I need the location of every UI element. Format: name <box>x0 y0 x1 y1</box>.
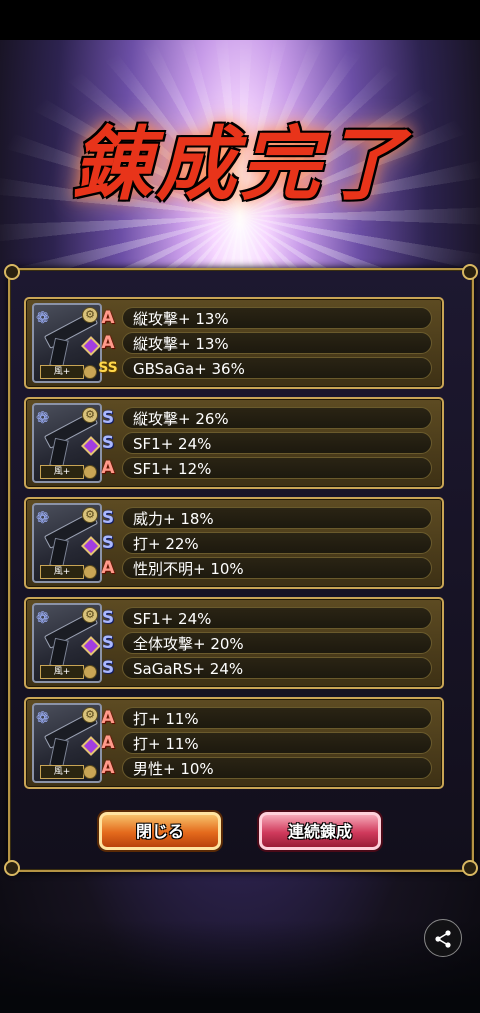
gun-icon: ❁ ⚙ 風+ <box>32 703 102 783</box>
gun-icon: ❁ ⚙ 風+ <box>32 403 102 483</box>
rank-s-icon: S <box>101 608 115 628</box>
rank-orb-icon <box>83 565 97 579</box>
rank-a-icon: A <box>101 458 115 478</box>
skill-text: 男性+ 10% <box>133 760 214 778</box>
skill-row: A 縦攻撃+ 13% <box>101 307 432 329</box>
skill-text: 全体攻撃+ 20% <box>133 635 244 653</box>
rank-orb-icon <box>83 765 97 779</box>
gun-icon: ❁ ⚙ 風+ <box>32 303 102 383</box>
skill-row: A 男性+ 10% <box>101 757 432 779</box>
skill-text: 打+ 11% <box>133 710 199 728</box>
skill-row: S SaGaRS+ 24% <box>102 657 432 679</box>
skill-row: A 縦攻撃+ 13% <box>101 332 432 354</box>
repeat-refine-button[interactable]: 連続錬成 <box>259 812 381 850</box>
skill-row: A 打+ 11% <box>101 707 432 729</box>
wind-swirl-icon: ❁ <box>36 708 50 727</box>
weapon-result-card: ❁ ⚙ 風+ S 威力+ 18% S 打+ 22% A 性別不明+ 10% <box>24 497 444 589</box>
rank-s-icon: S <box>101 633 115 653</box>
rank-a-icon: A <box>101 758 115 778</box>
rank-s-icon: S <box>101 508 115 528</box>
skill-row: S 縦攻撃+ 26% <box>102 407 432 429</box>
rank-s-icon: S <box>101 533 115 553</box>
element-label: 風+ <box>40 365 84 379</box>
skill-text: 打+ 11% <box>133 735 199 753</box>
gear-icon: ⚙ <box>82 407 98 423</box>
skill-text: 縦攻撃+ 13% <box>133 335 229 353</box>
weapon-result-card: ❁ ⚙ 風+ S SF1+ 24% S 全体攻撃+ 20% S SaGaRS+ 24% <box>24 597 444 689</box>
element-label: 風+ <box>40 565 84 579</box>
skill-text: 威力+ 18% <box>133 510 214 528</box>
rank-a-icon: A <box>101 708 115 728</box>
rank-ss-icon: SS <box>98 360 118 376</box>
wind-swirl-icon: ❁ <box>36 508 50 527</box>
page-title: 錬成完了 <box>72 117 408 211</box>
rank-s-icon: S <box>101 658 115 678</box>
wind-swirl-icon: ❁ <box>36 308 50 327</box>
panel-corner-ornament <box>462 860 478 876</box>
skill-text: SF1+ 12% <box>133 460 212 478</box>
skill-row: S SF1+ 24% <box>102 432 432 454</box>
close-button[interactable]: 閉じる <box>99 812 221 850</box>
panel-corner-ornament <box>462 264 478 280</box>
panel-corner-ornament <box>4 264 20 280</box>
rank-a-icon: A <box>101 333 115 353</box>
skill-text: SaGaRS+ 24% <box>133 660 244 678</box>
weapon-result-card: ❁ ⚙ 風+ A 縦攻撃+ 13% A 縦攻撃+ 13% SS GBSaGa+ 36% <box>24 297 444 389</box>
skill-text: GBSaGa+ 36% <box>133 360 245 378</box>
skill-row: S SF1+ 24% <box>102 607 432 629</box>
skill-text: SF1+ 24% <box>133 610 212 628</box>
skill-text: 性別不明+ 10% <box>133 560 244 578</box>
gear-icon: ⚙ <box>82 607 98 623</box>
bottom-shadow <box>0 920 480 1013</box>
rank-a-icon: A <box>101 558 115 578</box>
skill-row: A SF1+ 12% <box>101 457 432 479</box>
share-icon[interactable] <box>424 919 462 957</box>
skill-text: SF1+ 24% <box>133 435 212 453</box>
skill-row: A 打+ 11% <box>101 732 432 754</box>
skill-text: 縦攻撃+ 26% <box>133 410 229 428</box>
weapon-result-card: ❁ ⚙ 風+ S 縦攻撃+ 26% S SF1+ 24% A SF1+ 12% <box>24 397 444 489</box>
skill-text: 打+ 22% <box>133 535 199 553</box>
skill-row: S 打+ 22% <box>102 532 432 554</box>
rank-a-icon: A <box>101 733 115 753</box>
element-label: 風+ <box>40 665 84 679</box>
rank-orb-icon <box>83 365 97 379</box>
element-label: 風+ <box>40 765 84 779</box>
panel-corner-ornament <box>4 860 20 876</box>
gun-icon: ❁ ⚙ 風+ <box>32 603 102 683</box>
gear-icon: ⚙ <box>82 507 98 523</box>
skill-text: 縦攻撃+ 13% <box>133 310 229 328</box>
rank-orb-icon <box>83 665 97 679</box>
gear-icon: ⚙ <box>82 707 98 723</box>
skill-row: SS GBSaGa+ 36% <box>98 357 432 379</box>
skill-row: A 性別不明+ 10% <box>101 557 432 579</box>
rank-s-icon: S <box>101 408 115 428</box>
skill-row: S 威力+ 18% <box>102 507 432 529</box>
status-bar <box>0 0 480 40</box>
rank-s-icon: S <box>101 433 115 453</box>
skill-row: S 全体攻撃+ 20% <box>102 632 432 654</box>
gear-icon: ⚙ <box>82 307 98 323</box>
rank-a-icon: A <box>101 308 115 328</box>
weapon-result-card: ❁ ⚙ 風+ A 打+ 11% A 打+ 11% A 男性+ 10% <box>24 697 444 789</box>
gun-icon: ❁ ⚙ 風+ <box>32 503 102 583</box>
wind-swirl-icon: ❁ <box>36 608 50 627</box>
element-label: 風+ <box>40 465 84 479</box>
wind-swirl-icon: ❁ <box>36 408 50 427</box>
rank-orb-icon <box>83 465 97 479</box>
